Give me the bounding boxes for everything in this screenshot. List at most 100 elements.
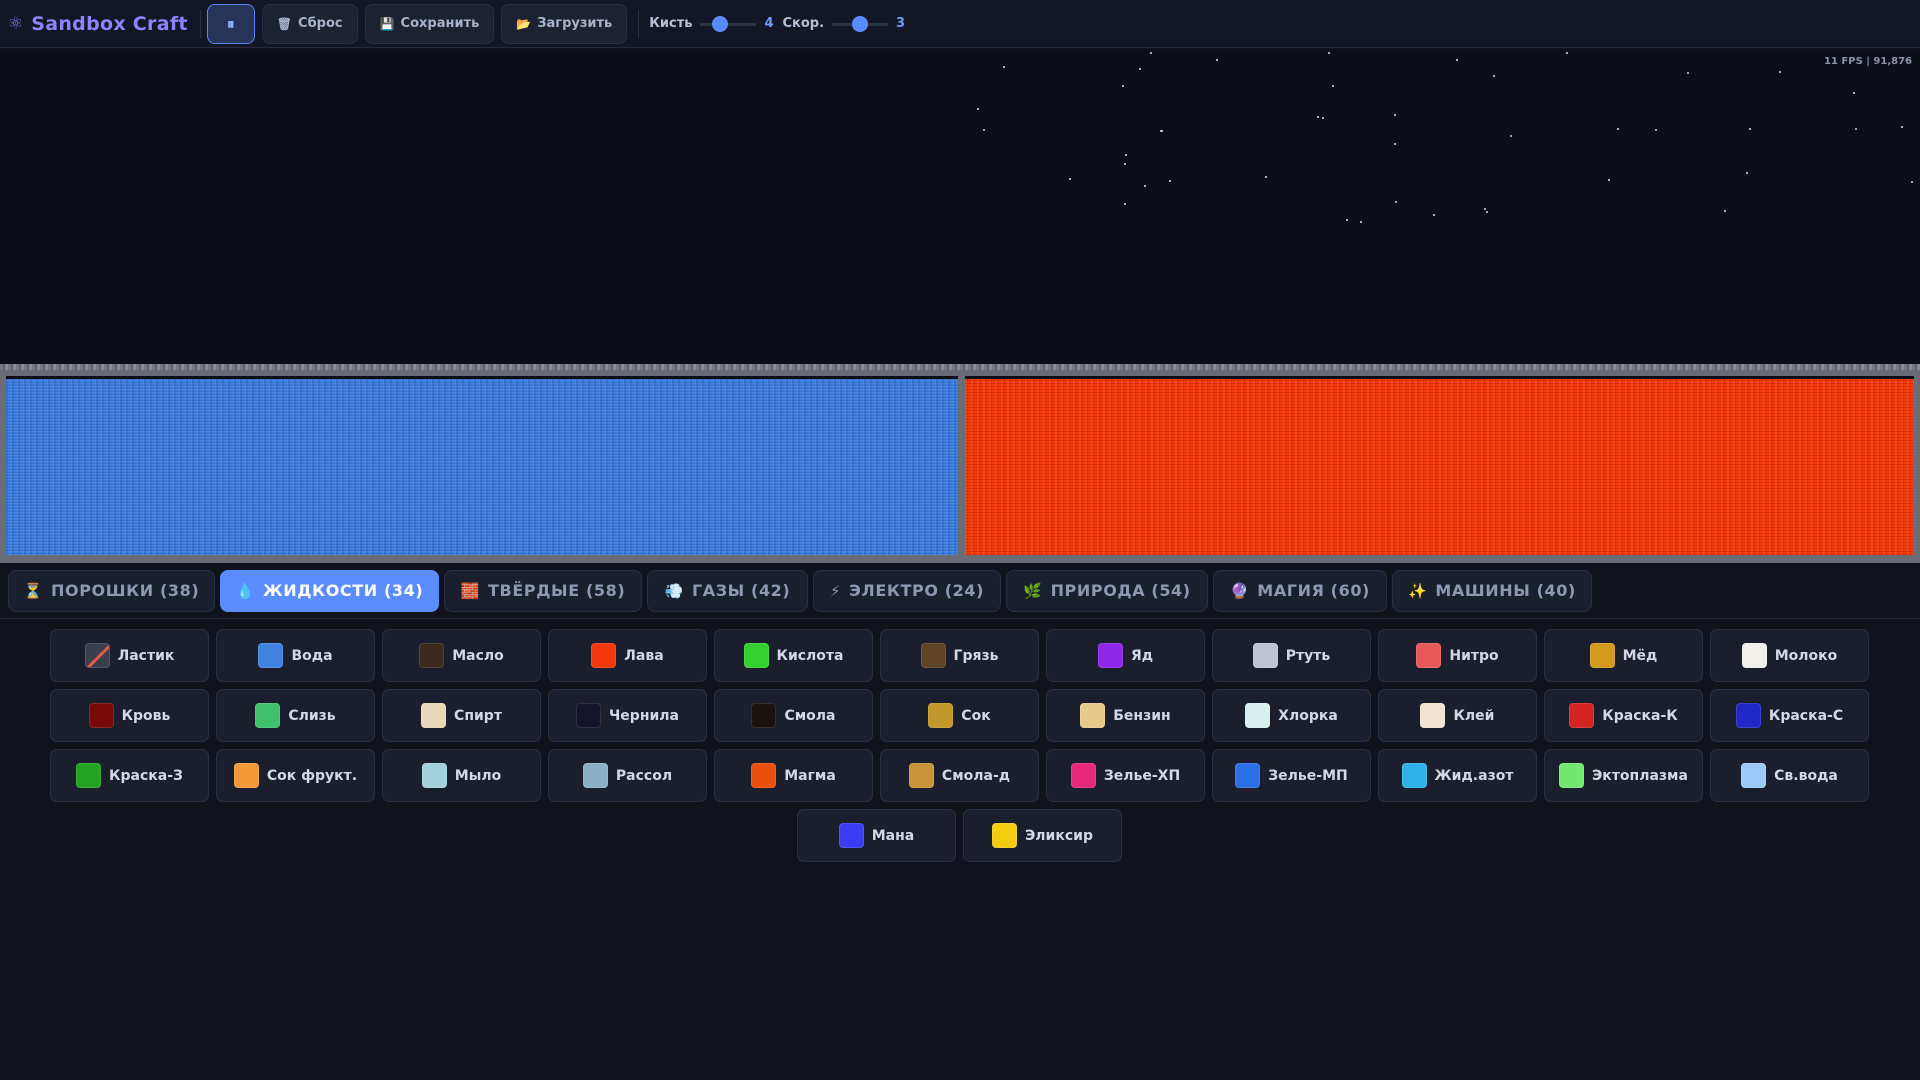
element-button[interactable]: Мана — [797, 809, 956, 862]
simulation-canvas[interactable]: 11 FPS | 91,876 — [0, 49, 1920, 563]
element-button[interactable]: Зелье-МП — [1212, 749, 1371, 802]
star-particle — [1327, 52, 1330, 54]
pause-icon: ⏸ — [227, 14, 235, 33]
element-grid-last-row: Мана Эликсир — [797, 809, 1122, 862]
star-particle — [1160, 130, 1163, 132]
star-particle — [1393, 114, 1396, 116]
element-label: Рассол — [615, 767, 673, 784]
element-button[interactable]: Молоко — [1710, 629, 1869, 682]
tab-label: ЖИДКОСТИ (34) — [263, 581, 424, 600]
element-button[interactable]: Краска-К — [1544, 689, 1703, 742]
element-button[interactable]: Яд — [1046, 629, 1205, 682]
app-logo: ⚛ Sandbox Craft — [8, 0, 196, 48]
save-button[interactable]: 💾 Сохранить — [364, 3, 495, 44]
element-label: Краска-С — [1768, 707, 1844, 724]
color-swatch — [575, 703, 601, 728]
star-particle — [1138, 68, 1141, 70]
element-label: Ртуть — [1285, 647, 1331, 664]
brush-slider-knob[interactable] — [712, 15, 729, 32]
load-button[interactable]: 📂 Загрузить — [501, 3, 628, 44]
element-button[interactable]: Вода — [216, 629, 375, 682]
star-particle — [1509, 135, 1512, 137]
color-swatch — [258, 643, 284, 668]
element-button[interactable]: Мыло — [382, 749, 541, 802]
element-button[interactable]: Кровь — [50, 689, 209, 742]
folder-icon: 📂 — [516, 16, 532, 31]
tab-4[interactable]: ⚡ ЭЛЕКТРО (24) — [813, 569, 1001, 612]
speed-slider[interactable] — [832, 15, 889, 32]
element-button[interactable]: Магма — [714, 749, 873, 802]
element-button[interactable]: Спирт — [382, 689, 541, 742]
save-label: Сохранить — [400, 16, 480, 31]
element-button[interactable]: Лава — [548, 629, 707, 682]
tab-label: ТВЁРДЫЕ (58) — [488, 581, 626, 600]
toolbar-divider — [199, 9, 201, 38]
star-particle — [1002, 66, 1005, 68]
color-swatch — [1097, 643, 1123, 668]
element-button[interactable]: Кислота — [714, 629, 873, 682]
right-wall — [1914, 370, 1920, 563]
element-button[interactable]: Ластик — [50, 629, 209, 682]
color-swatch — [751, 703, 777, 728]
middle-wall — [958, 370, 965, 563]
star-particle — [1394, 201, 1397, 203]
star-particle — [1607, 179, 1610, 181]
tab-2[interactable]: 🧱 ТВЁРДЫЕ (58) — [444, 569, 642, 612]
reset-label: Сброс — [298, 16, 343, 31]
app-title: Sandbox Craft — [31, 12, 188, 35]
tab-5[interactable]: 🌿 ПРИРОДА (54) — [1006, 569, 1208, 612]
star-particle — [1778, 71, 1781, 73]
tab-6[interactable]: 🔮 МАГИЯ (60) — [1213, 569, 1387, 612]
fps-counter: 11 FPS | 91,876 — [1824, 56, 1912, 67]
element-label: Лава — [624, 647, 664, 664]
element-button[interactable]: Рассол — [548, 749, 707, 802]
element-button[interactable]: Слизь — [216, 689, 375, 742]
color-swatch — [838, 823, 864, 848]
element-button[interactable]: Краска-З — [50, 749, 209, 802]
element-button[interactable]: Хлорка — [1212, 689, 1371, 742]
element-button[interactable]: Краска-С — [1710, 689, 1869, 742]
brush-slider[interactable] — [700, 15, 757, 32]
tab-label: ГАЗЫ (42) — [691, 581, 791, 600]
star-particle — [1745, 172, 1748, 174]
element-button[interactable]: Сок фрукт. — [216, 749, 375, 802]
element-button[interactable]: Зелье-ХП — [1046, 749, 1205, 802]
element-button[interactable]: Масло — [382, 629, 541, 682]
speed-slider-knob[interactable] — [852, 15, 869, 32]
tab-7[interactable]: ✨ МАШИНЫ (40) — [1392, 569, 1592, 612]
star-particle — [982, 129, 985, 131]
element-button[interactable]: Клей — [1378, 689, 1537, 742]
star-particle — [1316, 116, 1319, 118]
color-swatch — [591, 643, 617, 668]
element-label: Зелье-ХП — [1103, 767, 1181, 784]
tab-label: ЭЛЕКТРО (24) — [849, 581, 985, 600]
tab-3[interactable]: 💨 ГАЗЫ (42) — [647, 569, 808, 612]
star-particle — [1565, 52, 1568, 54]
brick-icon: 🧱 — [460, 581, 481, 600]
element-button[interactable]: Св.вода — [1710, 749, 1869, 802]
element-button[interactable]: Жид.азот — [1378, 749, 1537, 802]
element-button[interactable]: Мёд — [1544, 629, 1703, 682]
element-button[interactable]: Чернила — [548, 689, 707, 742]
star-particle — [1121, 85, 1124, 87]
reset-button[interactable]: 🗑 Сброс — [261, 3, 358, 44]
tab-1[interactable]: 💧 ЖИДКОСТИ (34) — [220, 569, 439, 612]
element-grid: Ластик Вода Масло Лава Кислота Грязь Яд Ртуть Ни… — [50, 629, 1870, 802]
pause-button[interactable]: ⏸ — [206, 3, 255, 44]
tab-0[interactable]: ⏳ ПОРОШКИ (38) — [8, 569, 215, 612]
element-label: Зелье-МП — [1268, 767, 1348, 784]
eraser-icon — [84, 643, 110, 668]
element-button[interactable]: Смола — [714, 689, 873, 742]
element-button[interactable]: Нитро — [1378, 629, 1537, 682]
hourglass-icon: ⏳ — [23, 581, 44, 600]
toolbar-divider — [638, 9, 640, 38]
element-button[interactable]: Бензин — [1046, 689, 1205, 742]
element-button[interactable]: Грязь — [880, 629, 1039, 682]
element-label: Св.вода — [1774, 767, 1838, 784]
element-button[interactable]: Эктоплазма — [1544, 749, 1703, 802]
element-button[interactable]: Смола-д — [880, 749, 1039, 802]
element-button[interactable]: Сок — [880, 689, 1039, 742]
element-button[interactable]: Ртуть — [1212, 629, 1371, 682]
element-button[interactable]: Эликсир — [963, 809, 1122, 862]
wind-icon: 💨 — [664, 581, 684, 600]
